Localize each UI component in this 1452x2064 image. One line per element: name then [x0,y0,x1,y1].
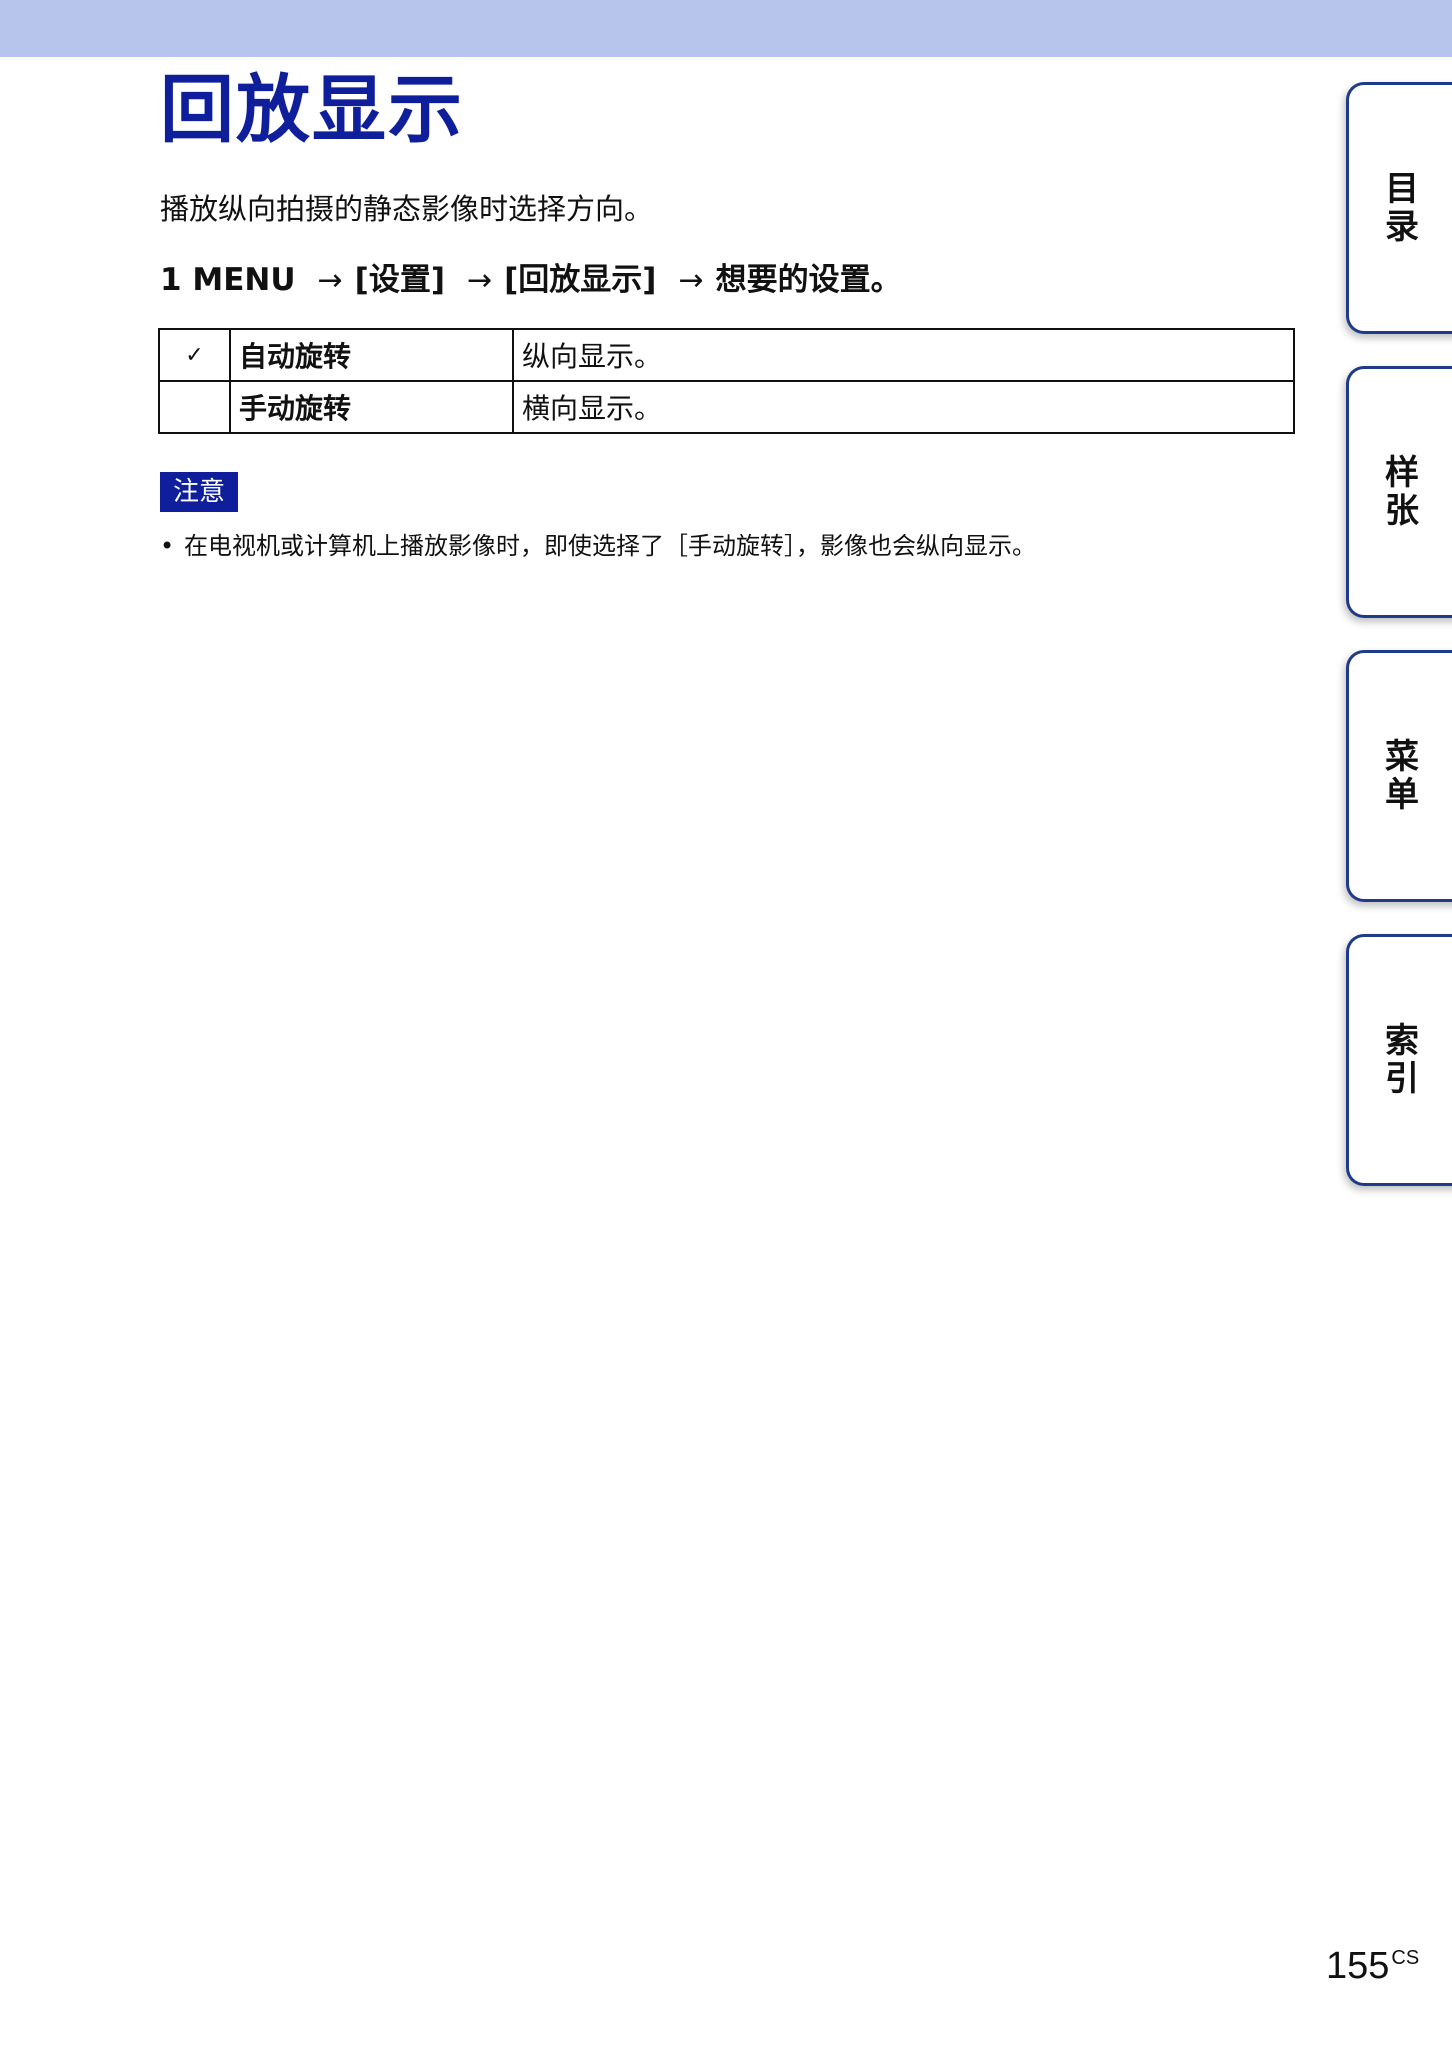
option-desc: 纵向显示。 [512,328,1295,382]
arrow-icon: → [317,263,343,298]
step-menu: 1 MENU [160,262,296,298]
option-desc: 横向显示。 [512,380,1295,434]
check-icon: ✓ [158,328,231,382]
tab-samples[interactable]: 样张 [1346,366,1452,618]
tab-label: 样张 [1378,454,1419,530]
tab-menu[interactable]: 菜单 [1346,650,1452,902]
tab-label: 索引 [1378,1022,1419,1098]
note-badge: 注意 [160,472,238,512]
page-number-suffix: CS [1391,1947,1420,1969]
page-title: 回放显示 [160,67,464,153]
options-table: ✓ 自动旋转 纵向显示。 手动旋转 横向显示。 [158,328,1295,434]
step-settings: [设置] [354,262,445,298]
page-number: 155 CS [1326,1945,1419,1988]
note-item: • 在电视机或计算机上播放影像时，即使选择了［手动旋转］，影像也会纵向显示。 [160,526,1036,561]
tab-label: 目录 [1378,170,1419,246]
intro-text: 播放纵向拍摄的静态影像时选择方向。 [160,192,654,226]
step-playback-display: [回放显示] [504,262,657,298]
page-number-value: 155 [1326,1945,1390,1987]
menu-path: 1 MENU → [设置] → [回放显示] → 想要的设置。 [160,254,912,299]
option-name: 自动旋转 [229,328,514,382]
tab-label: 菜单 [1378,738,1419,814]
note-text: 在电视机或计算机上播放影像时，即使选择了［手动旋转］，影像也会纵向显示。 [184,532,1036,560]
table-row: ✓ 自动旋转 纵向显示。 [158,328,1295,382]
check-cell [158,380,231,434]
arrow-icon: → [678,263,704,298]
bullet: • [160,532,175,560]
tab-index[interactable]: 索引 [1346,934,1452,1186]
tab-contents[interactable]: 目录 [1346,82,1452,334]
step-desired-setting: 想要的设置。 [715,262,902,298]
header-bar [0,0,1452,57]
arrow-icon: → [467,263,493,298]
option-name: 手动旋转 [229,380,514,434]
table-row: 手动旋转 横向显示。 [158,380,1295,434]
